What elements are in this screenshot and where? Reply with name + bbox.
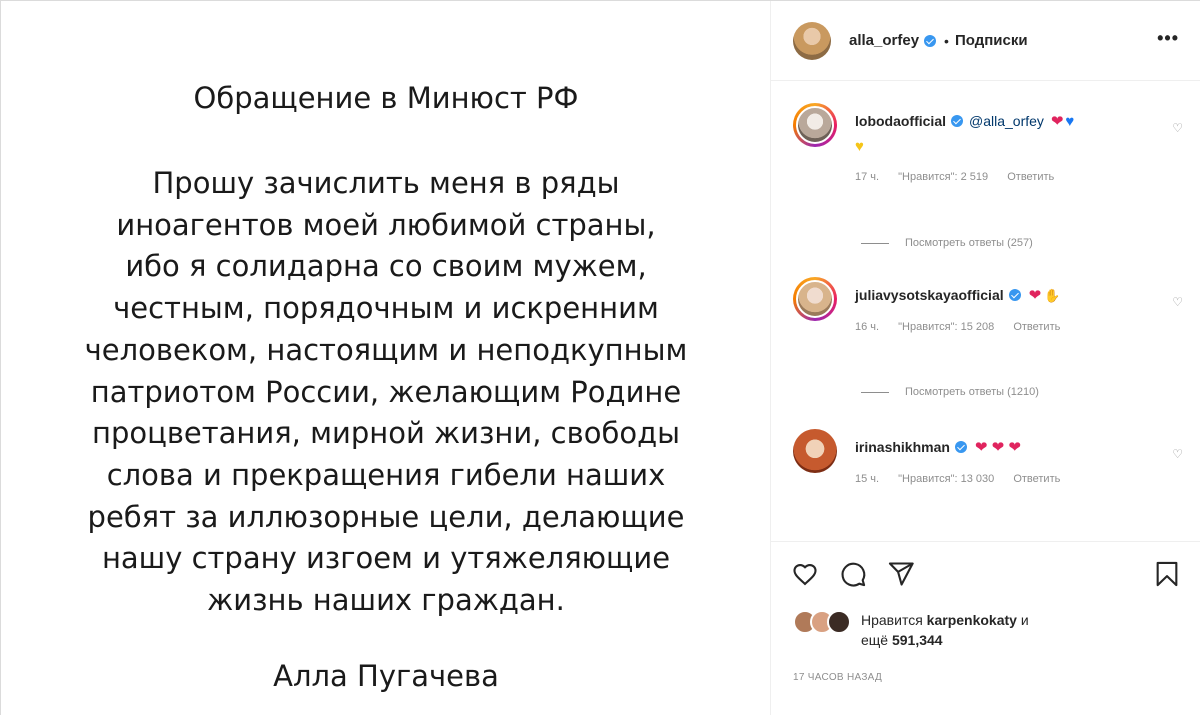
view-replies-link[interactable]: Посмотреть ответы (257) xyxy=(861,237,1033,249)
comment-text: lobodaofficial @alla_orfey ❤ ♥ ♥ xyxy=(855,109,1155,159)
comment-meta: 17 ч. "Нравится": 2 519 Ответить xyxy=(855,171,1070,183)
replies-divider xyxy=(861,391,889,393)
comment-time: 17 ч. xyxy=(855,171,880,183)
post-image: Обращение в Минюст РФ Прошу зачислить ме… xyxy=(1,1,771,715)
post-header: alla_orfey • Подписки ••• xyxy=(771,1,1200,81)
liker-avatars xyxy=(793,610,855,636)
comment-username[interactable]: lobodaofficial xyxy=(855,113,946,129)
appeal-line: патриотом России, желающим Родине xyxy=(90,374,682,409)
commenter-avatar[interactable] xyxy=(793,103,837,147)
appeal-body: Прошу зачислить меня в ряды иноагентов м… xyxy=(21,163,751,622)
red-heart-emoji: ❤ ❤ ❤ xyxy=(974,439,1021,456)
replies-divider xyxy=(861,242,889,244)
likes-prefix: Нравится xyxy=(861,612,923,628)
heart-outline-icon[interactable] xyxy=(791,560,819,588)
liker-username[interactable]: karpenkokaty xyxy=(927,612,1017,628)
appeal-line: слова и прекращения гибели наших xyxy=(106,457,666,492)
comment-likes[interactable]: "Нравится": 15 208 xyxy=(898,321,994,333)
instagram-post: Обращение в Минюст РФ Прошу зачислить ме… xyxy=(0,0,1200,715)
comment-username[interactable]: juliavysotskayaofficial xyxy=(855,287,1004,303)
likes-summary: Нравится karpenkokaty и ещё 591,344 xyxy=(793,610,1029,650)
comment-meta: 15 ч. "Нравится": 13 030 Ответить xyxy=(855,473,1076,485)
following-button[interactable]: Подписки xyxy=(955,32,1028,49)
comment-meta: 16 ч. "Нравится": 15 208 Ответить xyxy=(855,321,1076,333)
likes-suffix: и xyxy=(1020,612,1029,628)
comment-text: juliavysotskayaofficial ❤ ✋ xyxy=(855,283,1155,308)
commenter-avatar[interactable] xyxy=(793,429,837,473)
comment-text: irinashikhman ❤ ❤ ❤ xyxy=(855,435,1155,460)
appeal-line: ибо я солидарна со своим мужем, xyxy=(125,249,647,284)
reply-button[interactable]: Ответить xyxy=(1007,171,1054,183)
liker-avatar[interactable] xyxy=(827,610,851,634)
author-username[interactable]: alla_orfey xyxy=(849,32,919,49)
post-actions: Нравится karpenkokaty и ещё 591,344 17 Ч… xyxy=(771,541,1200,715)
red-heart-emoji: ❤ xyxy=(1050,113,1064,130)
comment-like-icon[interactable]: ♡ xyxy=(1172,121,1183,135)
likes-more-prefix: ещё xyxy=(861,632,889,648)
commenter-avatar[interactable] xyxy=(793,277,837,321)
comment-time: 16 ч. xyxy=(855,321,880,333)
appeal-line: честным, порядочным и искренним xyxy=(113,291,659,326)
verified-badge-icon xyxy=(951,115,963,127)
comment-like-icon[interactable]: ♡ xyxy=(1172,295,1183,309)
yellow-heart-emoji: ♥ xyxy=(855,138,864,155)
comment-item: irinashikhman ❤ ❤ ❤ 15 ч. "Нравится": 13 … xyxy=(793,429,1185,489)
blue-heart-emoji: ♥ xyxy=(1065,113,1075,130)
post-timestamp[interactable]: 17 ЧАСОВ НАЗАД xyxy=(793,672,882,683)
appeal-title: Обращение в Минюст РФ xyxy=(193,81,579,115)
paper-plane-icon[interactable] xyxy=(887,560,915,588)
comment-time: 15 ч. xyxy=(855,473,880,485)
appeal-line: Прошу зачислить меня в ряды xyxy=(152,166,620,200)
verified-badge-icon xyxy=(924,34,937,47)
more-options-icon[interactable]: ••• xyxy=(1157,29,1179,47)
comment-bubble-icon[interactable] xyxy=(839,560,867,588)
appeal-line: процветания, мирной жизни, свободы xyxy=(91,416,681,451)
comment-likes[interactable]: "Нравится": 13 030 xyxy=(898,473,994,485)
comment-username[interactable]: irinashikhman xyxy=(855,439,950,455)
likes-text: Нравится karpenkokaty и ещё 591,344 xyxy=(861,610,1029,650)
appeal-line: жизнь наших граждан. xyxy=(207,583,565,618)
view-replies-link[interactable]: Посмотреть ответы (1210) xyxy=(861,386,1039,398)
author-avatar[interactable] xyxy=(793,21,831,60)
post-sidebar: alla_orfey • Подписки ••• lobodaofficial… xyxy=(771,1,1200,715)
comments-list[interactable]: lobodaofficial @alla_orfey ❤ ♥ ♥ 17 ч. "Нр… xyxy=(771,81,1200,536)
appeal-line: человеком, настоящим и неподкупным xyxy=(84,332,688,367)
verified-badge-icon xyxy=(954,441,967,453)
comment-like-icon[interactable]: ♡ xyxy=(1172,447,1183,461)
appeal-line: нашу страну изгоем и утяжеляющие xyxy=(101,541,671,576)
comment-likes[interactable]: "Нравится": 2 519 xyxy=(898,171,988,183)
header-separator: • xyxy=(944,32,949,49)
view-replies-label[interactable]: Посмотреть ответы (257) xyxy=(905,237,1033,249)
likes-count[interactable]: 591,344 xyxy=(892,632,943,648)
comment-item: lobodaofficial @alla_orfey ❤ ♥ ♥ 17 ч. "Нр… xyxy=(793,103,1185,223)
view-replies-label[interactable]: Посмотреть ответы (1210) xyxy=(905,386,1039,398)
appeal-line: ребят за иллюзорные цели, делающие xyxy=(87,499,685,534)
bookmark-icon[interactable] xyxy=(1153,560,1181,588)
reply-button[interactable]: Ответить xyxy=(1013,321,1060,333)
appeal-line: иноагентов моей любимой страны, xyxy=(116,207,656,242)
red-heart-emoji: ❤ xyxy=(1028,287,1042,304)
verified-badge-icon xyxy=(1008,289,1021,301)
raised-hands-emoji: ✋ xyxy=(1044,288,1061,303)
appeal-signature: Алла Пугачева xyxy=(273,659,499,693)
reply-button[interactable]: Ответить xyxy=(1013,473,1060,485)
comment-mention[interactable]: @alla_orfey xyxy=(969,113,1044,129)
comment-item: juliavysotskayaofficial ❤ ✋ 16 ч. "Нравитс… xyxy=(793,277,1185,337)
